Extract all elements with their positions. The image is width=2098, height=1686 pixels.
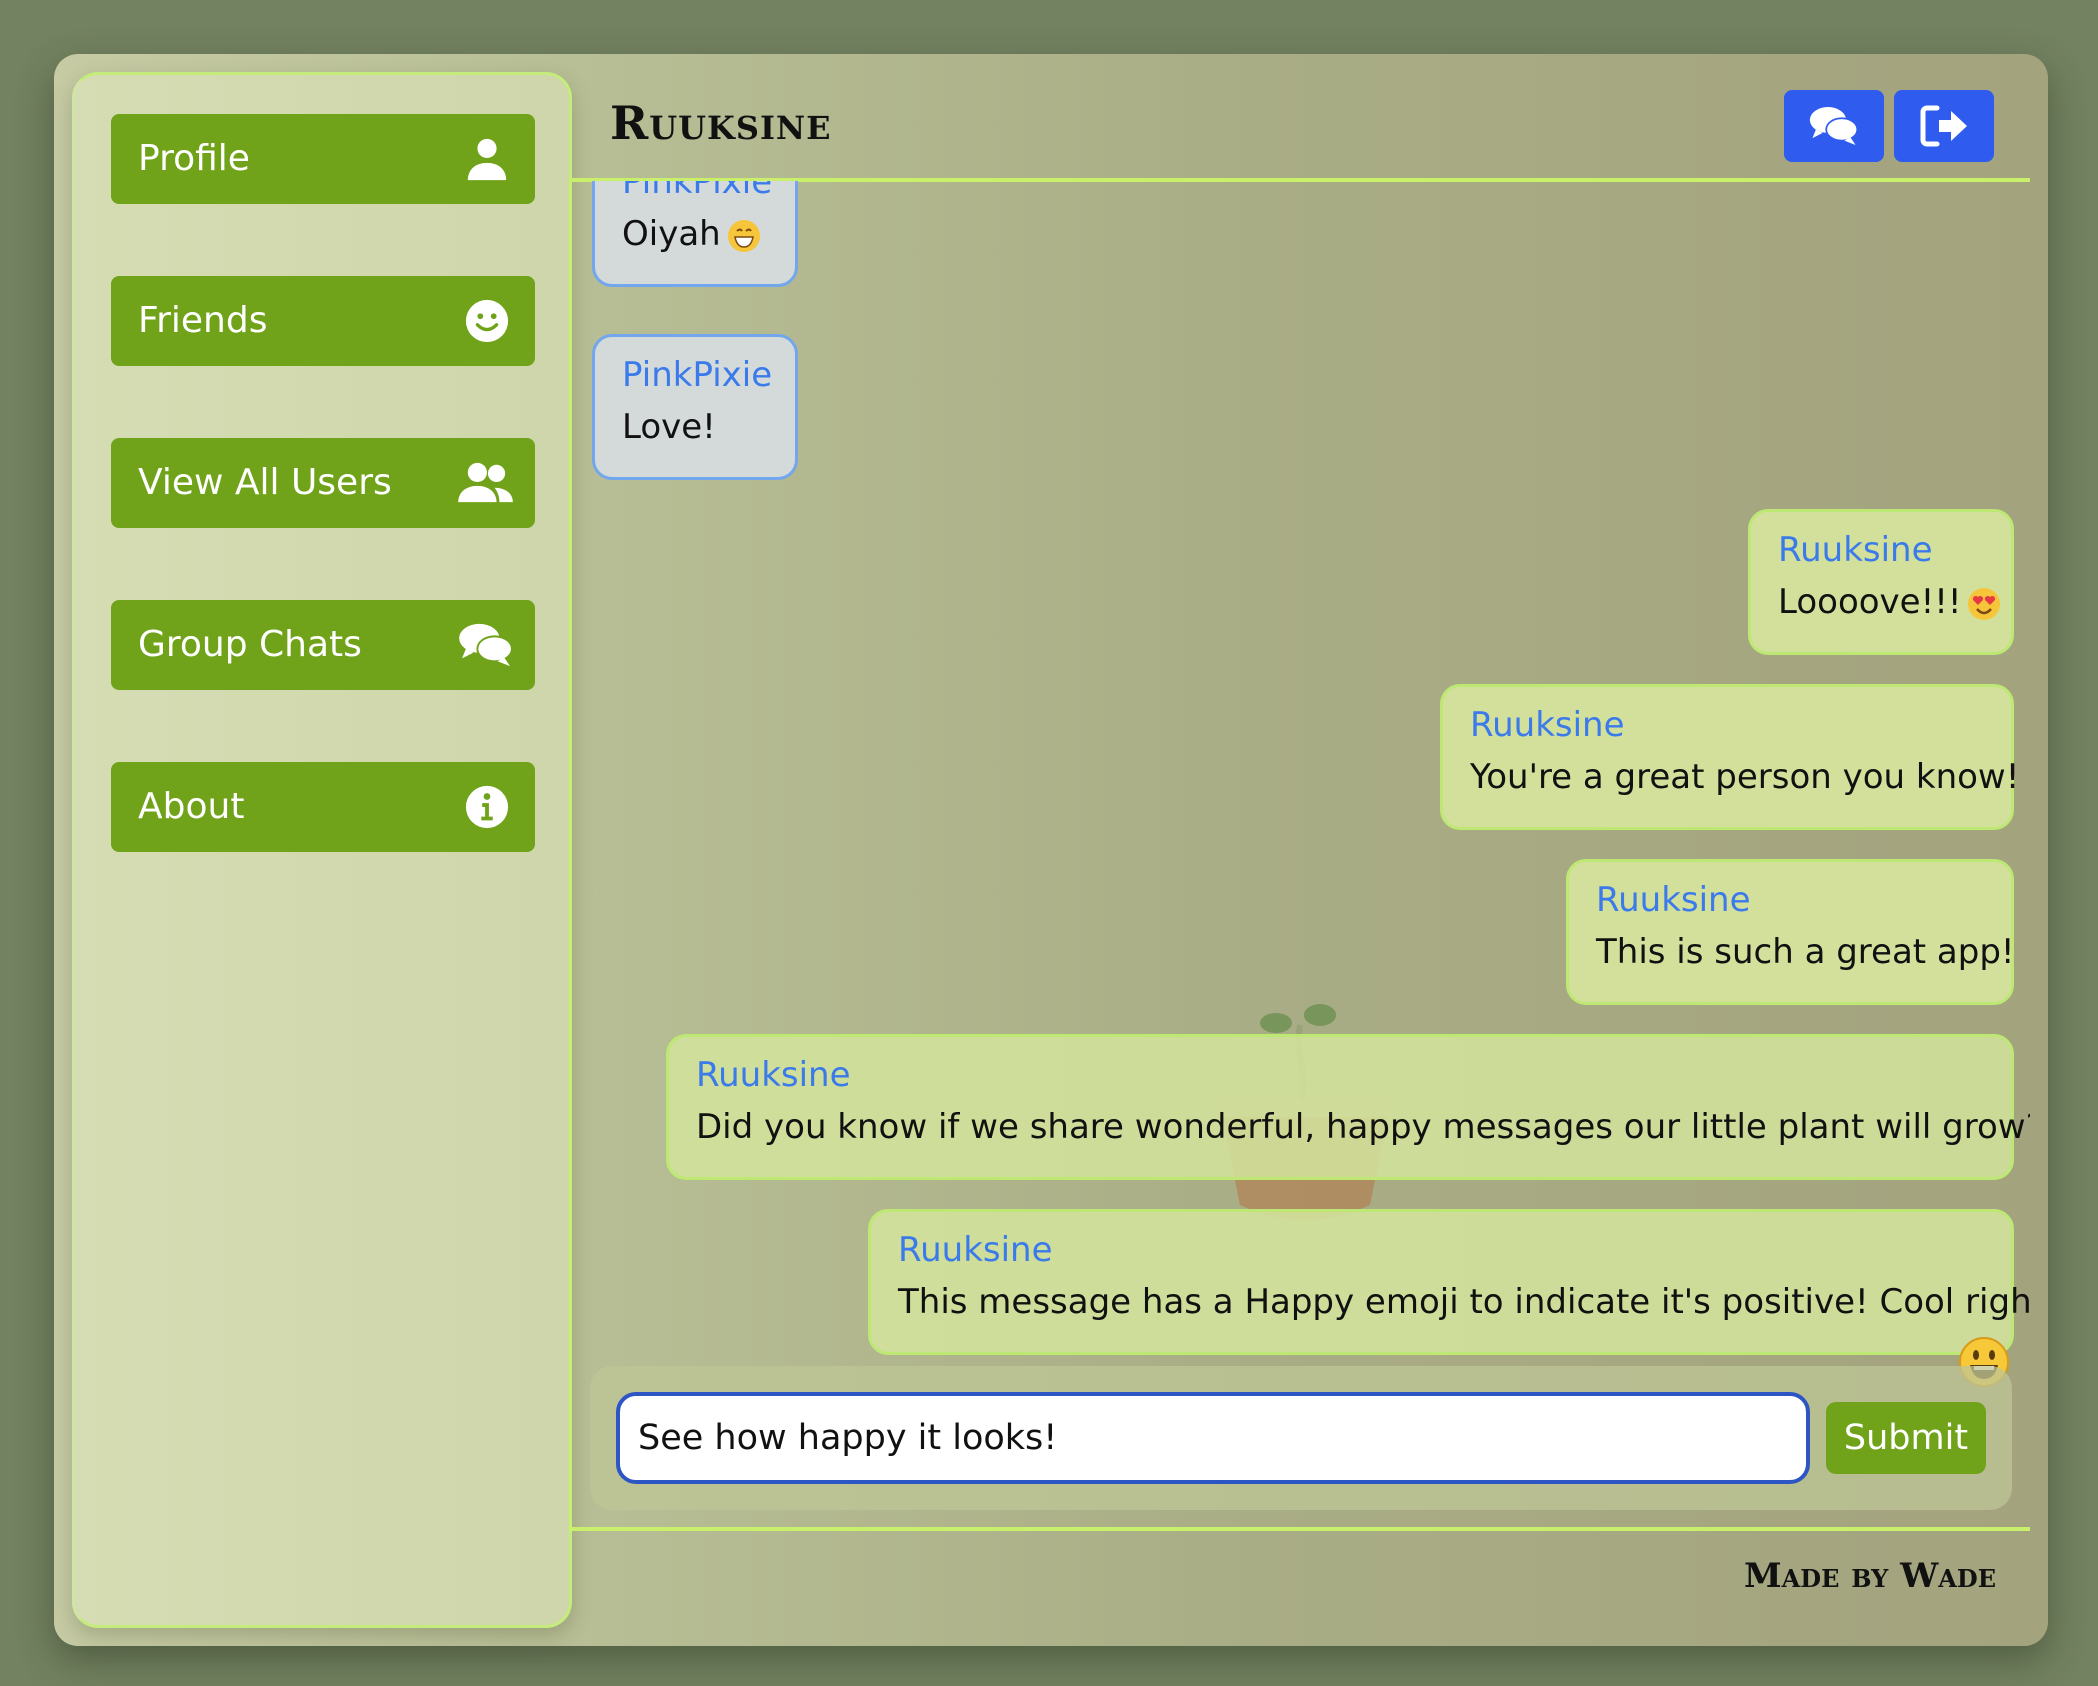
message-author: Ruuksine [1596, 880, 1751, 920]
sidebar-item-friends[interactable]: Friends [111, 276, 535, 366]
message-bubble: Ruuksine Loooove!!! [1748, 509, 2014, 655]
message-bubble: Ruuksine This message has a Happy emoji … [868, 1209, 2030, 1355]
page-title: Ruuksine [610, 96, 832, 150]
message-bubble: Ruuksine This is such a great app! [1566, 859, 2015, 1005]
message-author: Ruuksine [1470, 705, 1625, 745]
message-input[interactable] [616, 1392, 1810, 1484]
heart-eyes-icon [1967, 587, 2001, 621]
grin-icon [727, 219, 761, 253]
sidebar-item-label: Profile [138, 138, 250, 179]
message-text: This message has a Happy emoji to indica… [898, 1282, 2030, 1322]
smile-icon [463, 298, 511, 344]
sign-out-icon [1920, 105, 1967, 147]
sidebar-item-about[interactable]: About [111, 762, 535, 852]
message-list: PinkPixie Oiyah PinkPixie Love! Ruuksine… [572, 181, 2030, 1364]
sidebar-item-profile[interactable]: Profile [111, 114, 535, 204]
message-bubble: PinkPixie Love! [592, 334, 798, 480]
user-icon [463, 136, 511, 182]
comments-icon [1809, 107, 1859, 145]
sidebar-item-group-chats[interactable]: Group Chats [111, 600, 535, 690]
footer-divider [572, 1527, 2030, 1531]
message-text: You're a great person you know! [1470, 757, 2020, 797]
message-composer: Submit [590, 1366, 2012, 1510]
message-text: Love! [622, 407, 716, 447]
message-author: Ruuksine [1778, 530, 1933, 570]
message-text: Loooove!!! [1778, 582, 1962, 622]
message-author: PinkPixie [622, 355, 773, 395]
sidebar-item-view-all-users[interactable]: View All Users [111, 438, 535, 528]
message-text: Did you know if we share wonderful, happ… [696, 1107, 2030, 1147]
submit-button[interactable]: Submit [1826, 1402, 1986, 1474]
message-bubble: Ruuksine You're a great person you know! [1440, 684, 2020, 830]
message-text: Oiyah [622, 214, 721, 254]
sidebar-item-label: Friends [138, 300, 268, 341]
group-chats-button[interactable] [1784, 90, 1884, 162]
message-author: PinkPixie [622, 181, 773, 202]
message-author: Ruuksine [898, 1230, 1053, 1270]
message-bubble: PinkPixie Oiyah [592, 181, 798, 287]
message-text: This is such a great app! [1596, 932, 2015, 972]
users-icon [457, 460, 515, 506]
message-bubble: Ruuksine Did you know if we share wonder… [666, 1034, 2030, 1180]
sidebar: Profile Friends View All Users Group Cha… [72, 72, 572, 1628]
sidebar-item-label: About [138, 786, 245, 827]
info-icon [463, 784, 511, 830]
footer-credit: Made by Wade [1744, 1556, 1996, 1596]
sidebar-item-label: View All Users [138, 462, 392, 503]
logout-button[interactable] [1894, 90, 1994, 162]
message-author: Ruuksine [696, 1055, 851, 1095]
comments-icon [457, 622, 515, 668]
sidebar-item-label: Group Chats [138, 624, 362, 665]
